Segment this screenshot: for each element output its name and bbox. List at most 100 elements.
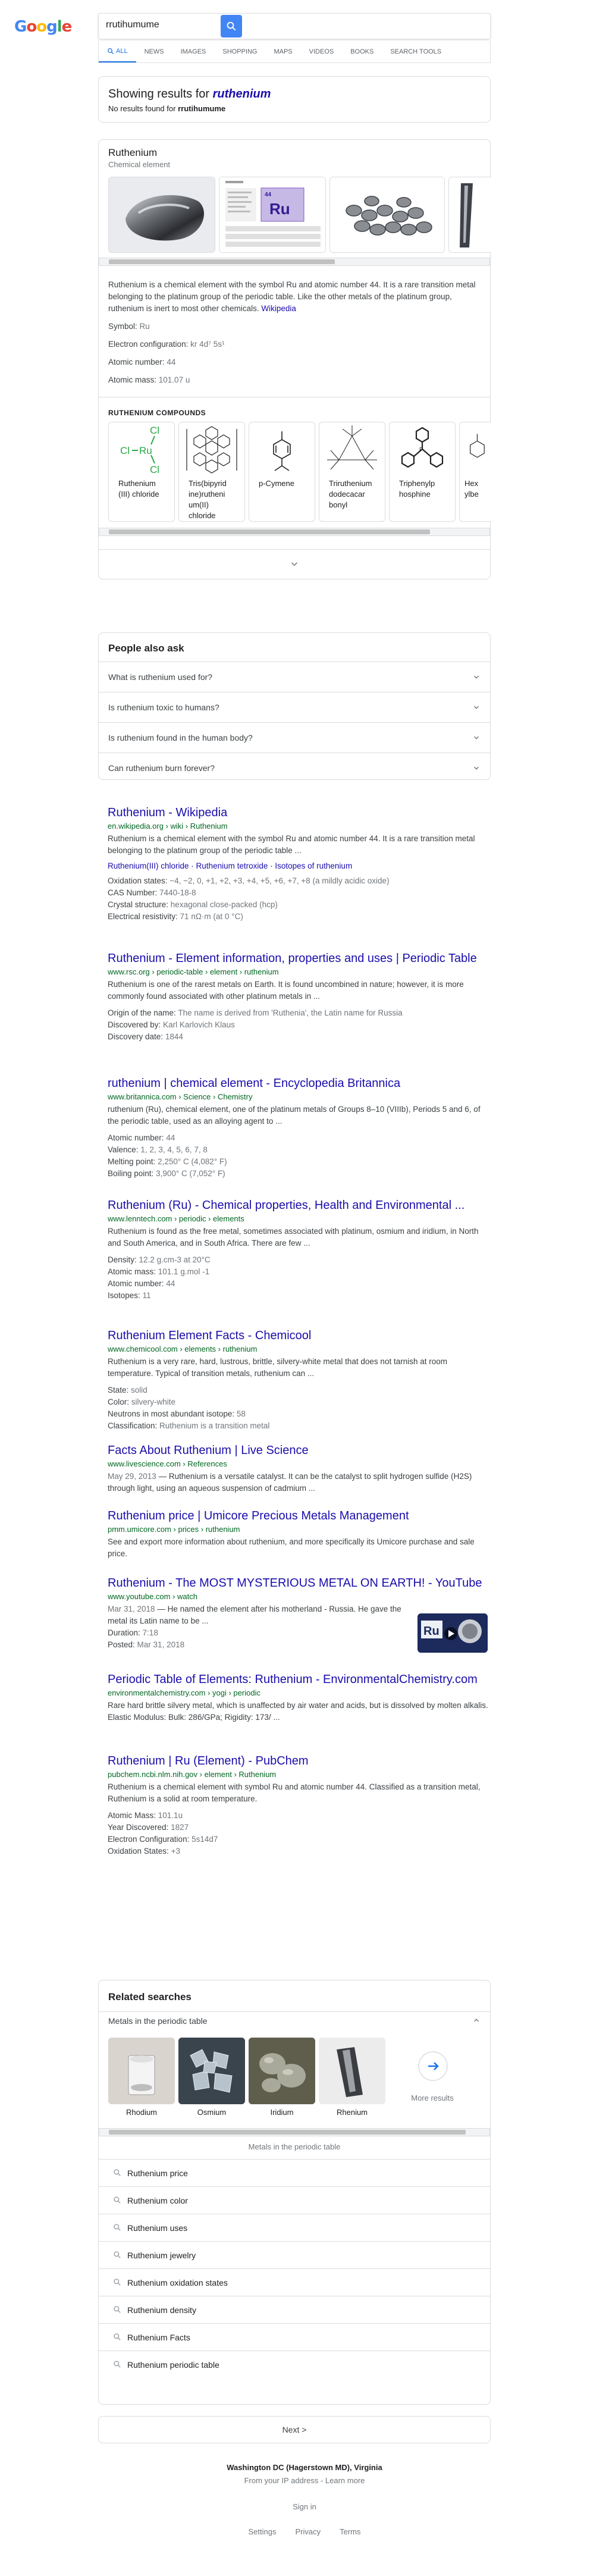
fact-key: State: (108, 1386, 129, 1394)
compounds-title: RUTHENIUM COMPOUNDS (108, 409, 206, 417)
next-page-button[interactable]: Next > (98, 2416, 491, 2443)
result-url[interactable]: www.rsc.org › periodic-table › element ›… (108, 967, 488, 976)
tab-images[interactable]: IMAGES (172, 40, 215, 62)
result-snippet: Ruthenium is a very rare, hard, lustrous… (108, 1357, 447, 1378)
compounds-scrollbar[interactable] (99, 528, 490, 536)
related-search-item[interactable]: Ruthenium uses (99, 2214, 490, 2241)
result-snippet: Ruthenium is a chemical element with sym… (108, 1782, 481, 1803)
related-panel-footer: Metals in the periodic table (248, 2142, 341, 2151)
result-title-link[interactable]: Ruthenium - Element information, propert… (108, 951, 488, 966)
kp-image-metal[interactable] (108, 177, 215, 253)
result-url[interactable]: www.chemicool.com › elements › ruthenium (108, 1345, 488, 1353)
result-url[interactable]: www.livescience.com › References (108, 1459, 488, 1468)
tab-search-tools[interactable]: SEARCH TOOLS (382, 40, 450, 62)
related-label[interactable]: Iridium (249, 2108, 315, 2117)
video-thumbnail[interactable]: Ru (417, 1613, 488, 1653)
expand-button[interactable] (289, 559, 300, 572)
related-search-item[interactable]: Ruthenium price (99, 2159, 490, 2186)
scrollbar-thumb[interactable] (109, 529, 430, 534)
tab-videos[interactable]: VIDEOS (301, 40, 343, 62)
kp-image-periodic-tile[interactable]: 44 Ru (219, 177, 326, 253)
original-query-link[interactable]: rrutihumume (178, 104, 225, 113)
compound-card[interactable]: Tris(bipyrid ine)rutheni um(II) chloride (178, 422, 245, 522)
compound-card[interactable]: Hex ylbe (459, 422, 491, 522)
result-url[interactable]: en.wikipedia.org › wiki › Ruthenium (108, 822, 488, 831)
images-scrollbar[interactable] (99, 258, 490, 266)
related-search-item[interactable]: Ruthenium periodic table (99, 2351, 490, 2378)
related-label[interactable]: Rhodium (108, 2108, 175, 2117)
paa-question[interactable]: What is ruthenium used for? (99, 662, 490, 692)
result-title-link[interactable]: Ruthenium Element Facts - Chemicool (108, 1328, 488, 1343)
paa-question[interactable]: Can ruthenium burn forever? (99, 753, 490, 783)
compound-card[interactable]: Cl Cl Ru Cl Ruthenium (III) chloride (108, 422, 175, 522)
footer-ip-link[interactable]: From your IP address - Learn more (0, 2476, 609, 2485)
result-fact: Discovery date: 1844 (108, 1031, 488, 1043)
related-search-item[interactable]: Ruthenium jewelry (99, 2241, 490, 2268)
scrollbar-thumb[interactable] (109, 2130, 466, 2135)
collapse-button[interactable] (472, 2016, 481, 2027)
more-results-label[interactable]: More results (400, 2094, 465, 2102)
result-fact: Oxidation States: +3 (108, 1845, 488, 1857)
related-search-item[interactable]: Ruthenium Facts (99, 2323, 490, 2351)
result-title-link[interactable]: Ruthenium | Ru (Element) - PubChem (108, 1753, 488, 1769)
result-title-link[interactable]: ruthenium | chemical element - Encyclope… (108, 1076, 488, 1091)
result-title-link[interactable]: Ruthenium - The MOST MYSTERIOUS METAL ON… (108, 1575, 488, 1591)
fact-value: 44 (166, 1279, 175, 1288)
tab-maps[interactable]: MAPS (265, 40, 300, 62)
result-title-link[interactable]: Ruthenium - Wikipedia (108, 805, 488, 820)
tab-news[interactable]: NEWS (136, 40, 172, 62)
compound-card[interactable]: P Triphenylp hosphine (389, 422, 456, 522)
search-button[interactable] (221, 15, 242, 37)
search-icon (114, 2306, 121, 2313)
result-url[interactable]: www.youtube.com › watch (108, 1592, 488, 1601)
result-sitelinks[interactable]: Ruthenium(III) chloride · Ruthenium tetr… (108, 861, 488, 870)
compound-card[interactable]: Triruthenium dodecacar bonyl (319, 422, 385, 522)
result-title-link[interactable]: Periodic Table of Elements: Ruthenium - … (108, 1672, 488, 1687)
corrected-query-link[interactable]: ruthenium (213, 87, 271, 101)
related-image-rhenium[interactable] (319, 2038, 385, 2104)
footer-privacy-link[interactable]: Privacy (295, 2527, 321, 2536)
paa-question[interactable]: Is ruthenium toxic to humans? (99, 692, 490, 722)
fact-key: Oxidation states: (108, 876, 168, 885)
result-url[interactable]: pubchem.ncbi.nlm.nih.gov › element › Rut… (108, 1770, 488, 1779)
bipyridine-structure-icon (186, 426, 237, 474)
tab-all[interactable]: ALL (99, 40, 136, 62)
result-title-link[interactable]: Ruthenium price | Umicore Precious Metal… (108, 1508, 488, 1524)
result-title-link[interactable]: Ruthenium (Ru) - Chemical properties, He… (108, 1198, 488, 1213)
result-url[interactable]: pmm.umicore.com › prices › ruthenium (108, 1525, 488, 1534)
logo-letter: o (26, 18, 37, 36)
related-image-iridium[interactable] (249, 2038, 315, 2104)
fact-key: Origin of the name: (108, 1008, 176, 1017)
kp-image-pellets[interactable] (329, 177, 445, 253)
related-image-rhodium[interactable] (108, 2038, 175, 2104)
compound-structure: P (390, 422, 455, 476)
tab-books[interactable]: BOOKS (342, 40, 382, 62)
related-scrollbar[interactable] (99, 2128, 490, 2136)
more-results-button[interactable] (414, 2051, 452, 2089)
related-search-item[interactable]: Ruthenium density (99, 2296, 490, 2323)
related-search-item[interactable]: Ruthenium color (99, 2186, 490, 2214)
related-label[interactable]: Rhenium (319, 2108, 385, 2117)
result-title-link[interactable]: Facts About Ruthenium | Live Science (108, 1443, 488, 1458)
fact-value: 44 (167, 358, 176, 366)
related-image-osmium[interactable] (178, 2038, 245, 2104)
kp-image-rod[interactable] (448, 177, 491, 253)
scrollbar-thumb[interactable] (109, 259, 335, 264)
fact-value: Ruthenium is a transition metal (159, 1421, 270, 1430)
search-input[interactable] (106, 20, 308, 30)
result-snippet: See and export more information about ru… (108, 1537, 475, 1558)
footer-settings-link[interactable]: Settings (249, 2527, 277, 2536)
result-url[interactable]: environmentalchemistry.com › yogi › peri… (108, 1688, 488, 1697)
related-label[interactable]: Osmium (178, 2108, 245, 2117)
result-url[interactable]: www.britannica.com › Science › Chemistry (108, 1092, 488, 1101)
tab-shopping[interactable]: SHOPPING (214, 40, 265, 62)
google-logo[interactable]: Google (14, 18, 72, 36)
related-search-item[interactable]: Ruthenium oxidation states (99, 2268, 490, 2296)
wikipedia-link[interactable]: Wikipedia (261, 304, 296, 313)
result-url[interactable]: www.lenntech.com › periodic › elements (108, 1214, 488, 1223)
paa-question[interactable]: Is ruthenium found in the human body? (99, 722, 490, 753)
footer-terms-link[interactable]: Terms (340, 2527, 360, 2536)
compound-card[interactable]: p-Cymene (249, 422, 315, 522)
related-title: Related searches (108, 1991, 192, 2002)
footer-signin-link[interactable]: Sign in (0, 2502, 609, 2511)
